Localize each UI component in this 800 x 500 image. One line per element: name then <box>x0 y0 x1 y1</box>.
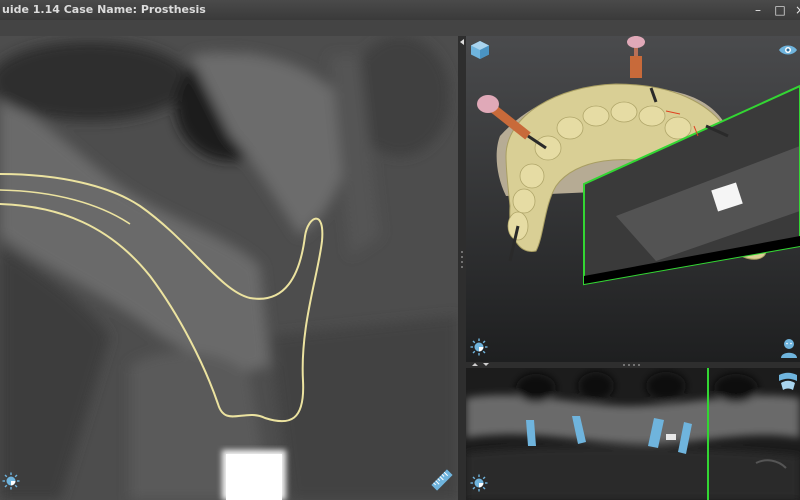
cross-section-view[interactable] <box>0 36 458 500</box>
person-icon[interactable] <box>780 338 798 358</box>
cbct-image <box>0 36 458 500</box>
triangle-up-icon[interactable] <box>472 363 478 366</box>
grip-dots-icon <box>623 364 640 366</box>
toolbar-strip <box>0 20 800 36</box>
triangle-left-icon[interactable] <box>460 39 464 45</box>
window-title: uide 1.14 Case Name: Prosthesis <box>2 3 206 16</box>
title-bar: uide 1.14 Case Name: Prosthesis – □ × <box>0 0 800 21</box>
ruler-icon[interactable] <box>430 468 454 492</box>
curved-slice-icon[interactable] <box>778 372 798 392</box>
grip-dots-icon <box>461 251 463 268</box>
sun-icon[interactable] <box>470 338 488 356</box>
cube-icon[interactable] <box>470 40 490 60</box>
implant-artifact <box>666 434 676 440</box>
3d-view[interactable] <box>466 36 800 362</box>
sun-icon[interactable] <box>2 472 20 490</box>
implant-crown <box>226 454 282 500</box>
panoramic-image <box>466 368 800 500</box>
maximize-button[interactable]: □ <box>772 2 788 18</box>
guide-sleeve-front[interactable] <box>627 36 645 78</box>
panoramic-view[interactable] <box>466 368 800 500</box>
eye-icon[interactable] <box>778 44 798 56</box>
minimize-button[interactable]: – <box>750 2 766 18</box>
vertical-splitter[interactable] <box>458 36 466 500</box>
triangle-down-icon[interactable] <box>483 363 489 366</box>
splitter-grip <box>460 39 464 268</box>
close-button[interactable]: × <box>792 2 800 18</box>
3d-scene <box>477 36 800 286</box>
sun-icon[interactable] <box>470 474 488 492</box>
